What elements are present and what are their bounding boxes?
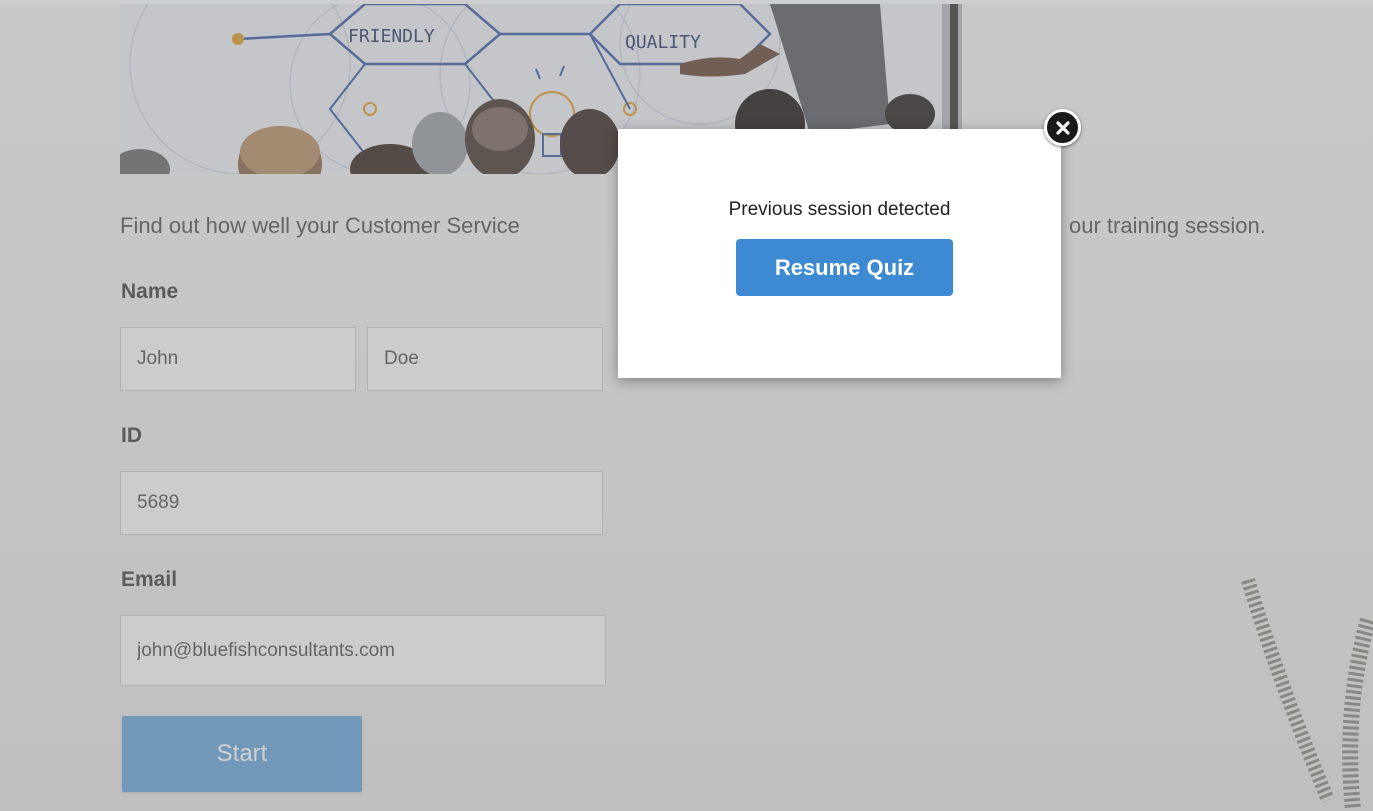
close-dialog-button[interactable] — [1044, 109, 1081, 146]
resume-session-dialog: Previous session detected Resume Quiz — [618, 129, 1061, 378]
modal-overlay[interactable] — [0, 0, 1373, 811]
resume-quiz-button[interactable]: Resume Quiz — [736, 239, 953, 296]
session-message: Previous session detected — [728, 199, 951, 220]
close-icon — [1055, 120, 1070, 135]
quiz-start-page: FRIENDLY QUALITY Find out how well your … — [0, 0, 1373, 811]
